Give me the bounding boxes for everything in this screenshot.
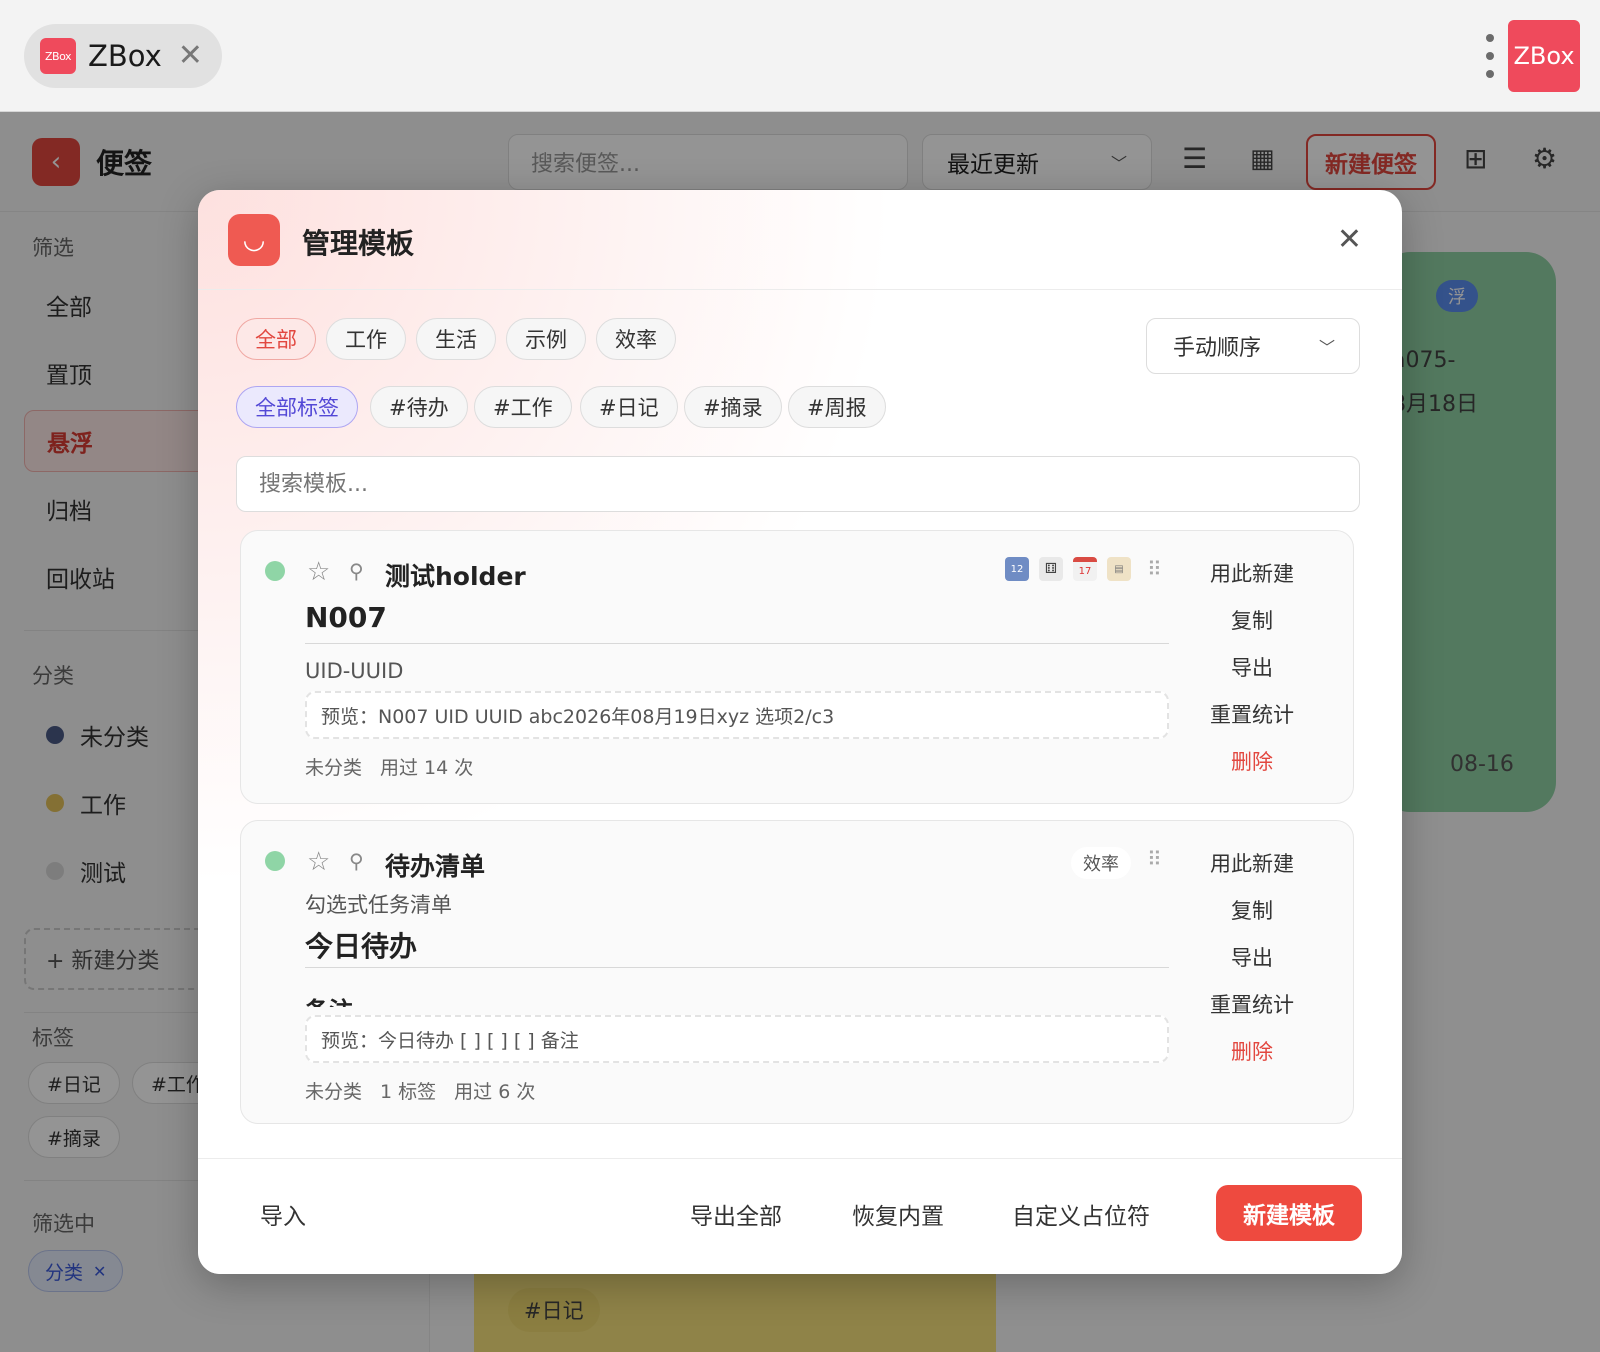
chevron-down-icon: ﹀ xyxy=(1318,338,1335,357)
export-all-button[interactable]: 导出全部 xyxy=(690,1197,782,1231)
template-meta: 未分类 1 标签 用过 6 次 xyxy=(305,1077,535,1104)
browser-chrome: ZBox ZBox ✕ ZBox xyxy=(0,0,1600,112)
export-button[interactable]: 导出 xyxy=(1231,643,1273,690)
close-icon[interactable]: ✕ xyxy=(1337,222,1362,257)
dialog-footer: 导入 导出全部 恢复内置 自定义占位符 新建模板 xyxy=(198,1158,1402,1274)
star-icon[interactable]: ☆ xyxy=(307,557,330,587)
tab-tag[interactable]: #日记 xyxy=(580,386,678,428)
tab-tag[interactable]: #工作 xyxy=(474,386,572,428)
template-category: 未分类 xyxy=(305,1081,363,1103)
import-button[interactable]: 导入 xyxy=(260,1197,306,1231)
tab-tag[interactable]: #摘录 xyxy=(684,386,782,428)
dialog-title: 管理模板 xyxy=(302,227,415,260)
export-button[interactable]: 导出 xyxy=(1231,933,1273,980)
template-sort-value: 手动顺序 xyxy=(1173,336,1262,361)
template-name: 测试holder xyxy=(385,562,526,591)
drag-handle-icon[interactable]: ⠿ xyxy=(1147,847,1162,871)
template-preview: 预览：今日待办 [ ] [ ] [ ] 备注 xyxy=(305,1015,1169,1063)
status-dot xyxy=(265,851,285,871)
tab-tag[interactable]: #周报 xyxy=(788,386,886,428)
close-tab-icon[interactable]: ✕ xyxy=(178,41,203,71)
duplicate-button[interactable]: 复制 xyxy=(1231,596,1273,643)
numbers-icon: 12 xyxy=(1005,557,1029,581)
status-dot xyxy=(265,561,285,581)
use-template-button[interactable]: 用此新建 xyxy=(1210,549,1294,596)
tab-category-work[interactable]: 工作 xyxy=(326,318,406,360)
star-icon[interactable]: ☆ xyxy=(307,847,330,877)
template-category-badge: 效率 xyxy=(1071,847,1131,879)
template-card: ☆ ⚲ 待办清单 效率 ⠿ 勾选式任务清单 今日待办 备注 预览：今日待办 [ … xyxy=(240,820,1354,1124)
tab-tag-all[interactable]: 全部标签 xyxy=(236,386,358,428)
placeholder-icons: 12 ⚅ 17 ▤ xyxy=(1005,557,1131,581)
tab-title: ZBox xyxy=(88,39,162,73)
template-usage: 用过 14 次 xyxy=(380,757,474,779)
template-meta: 未分类 用过 14 次 xyxy=(305,753,473,780)
browser-tab[interactable]: ZBox ZBox ✕ xyxy=(24,24,222,88)
more-menu-icon[interactable] xyxy=(1484,34,1496,78)
tab-category-example[interactable]: 示例 xyxy=(506,318,586,360)
template-heading: 今日待办 xyxy=(305,930,418,963)
template-sort-select[interactable]: 手动顺序 ﹀ xyxy=(1146,318,1360,374)
clipboard-icon: ▤ xyxy=(1107,557,1131,581)
template-actions: 用此新建 复制 导出 重置统计 删除 xyxy=(1197,839,1307,1074)
duplicate-button[interactable]: 复制 xyxy=(1231,886,1273,933)
template-icon: ◡ xyxy=(228,214,280,266)
template-description: 勾选式任务清单 xyxy=(305,893,452,917)
pin-icon[interactable]: ⚲ xyxy=(349,849,364,873)
template-heading: N007 xyxy=(305,601,387,634)
tab-tag[interactable]: #待办 xyxy=(370,386,468,428)
template-search-input[interactable] xyxy=(236,456,1360,512)
template-actions: 用此新建 复制 导出 重置统计 删除 xyxy=(1197,549,1307,784)
use-template-button[interactable]: 用此新建 xyxy=(1210,839,1294,886)
reset-stats-button[interactable]: 重置统计 xyxy=(1210,690,1294,737)
template-card: ☆ ⚲ 测试holder 12 ⚅ 17 ▤ ⠿ N007 UID-UUID 预… xyxy=(240,530,1354,804)
divider xyxy=(305,643,1169,644)
dialog-header: ◡ 管理模板 ✕ xyxy=(198,190,1402,290)
template-name: 待办清单 xyxy=(385,852,486,881)
template-line: UID-UUID xyxy=(305,659,404,683)
template-cut-line: 备注 xyxy=(305,991,1169,1007)
zbox-app-button[interactable]: ZBox xyxy=(1508,20,1580,92)
drag-handle-icon[interactable]: ⠿ xyxy=(1147,557,1162,581)
divider xyxy=(305,967,1169,968)
template-preview: 预览：N007 UID UUID abc2026年08月19日xyz 选项2/c… xyxy=(305,691,1169,739)
reset-stats-button[interactable]: 重置统计 xyxy=(1210,980,1294,1027)
restore-builtin-button[interactable]: 恢复内置 xyxy=(852,1197,944,1231)
zbox-logo-icon: ZBox xyxy=(40,38,76,74)
template-body-clipped: 备注 xyxy=(305,987,1169,1007)
tab-category-all[interactable]: 全部 xyxy=(236,318,316,360)
template-category: 未分类 xyxy=(305,757,363,779)
delete-button[interactable]: 删除 xyxy=(1231,1027,1273,1074)
pin-icon[interactable]: ⚲ xyxy=(349,559,364,583)
manage-templates-dialog: ◡ 管理模板 ✕ 全部 工作 生活 示例 效率 手动顺序 ﹀ 全部标签 #待办 … xyxy=(198,190,1402,1274)
calendar-icon: 17 xyxy=(1073,557,1097,581)
template-usage: 用过 6 次 xyxy=(454,1081,536,1103)
tab-category-life[interactable]: 生活 xyxy=(416,318,496,360)
tab-category-efficiency[interactable]: 效率 xyxy=(596,318,676,360)
new-template-button[interactable]: 新建模板 xyxy=(1216,1185,1362,1241)
delete-button[interactable]: 删除 xyxy=(1231,737,1273,784)
dice-icon: ⚅ xyxy=(1039,557,1063,581)
custom-placeholder-button[interactable]: 自定义占位符 xyxy=(1012,1197,1150,1231)
template-tag-count: 1 标签 xyxy=(380,1081,437,1103)
